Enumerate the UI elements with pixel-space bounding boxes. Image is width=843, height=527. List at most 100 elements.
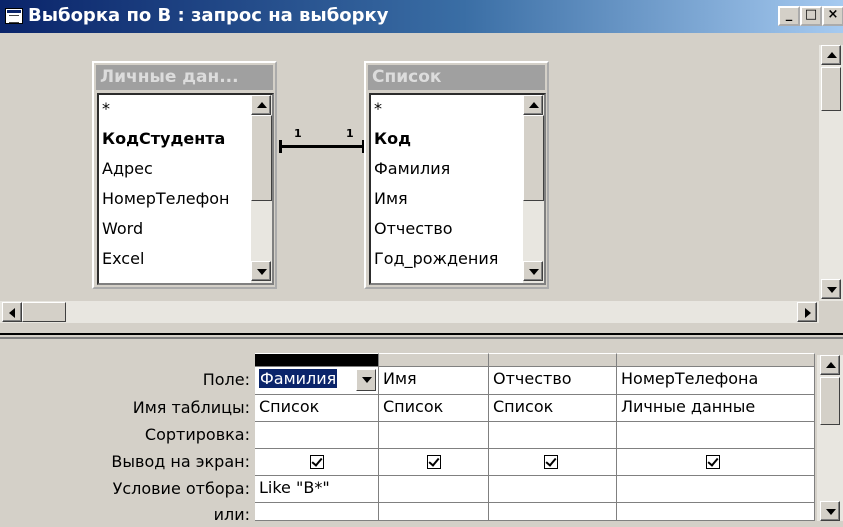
design-grid-pane[interactable]: Поле: Имя таблицы: Сортировка: Вывод на … (0, 341, 843, 524)
arrow-right-icon (805, 308, 811, 318)
grid-cell-show[interactable] (489, 449, 617, 476)
field-item[interactable]: Фамилия (374, 155, 450, 183)
arrow-down-icon (529, 269, 539, 275)
grid-cell-criteria[interactable] (617, 476, 815, 503)
field-list-title[interactable]: Личные дан... (96, 65, 273, 90)
field-list-scrollbar[interactable] (251, 95, 272, 283)
scroll-thumb[interactable] (251, 115, 272, 201)
scroll-thumb[interactable] (821, 67, 841, 111)
relationship-right-cardinality: 1 (346, 127, 354, 140)
arrow-up-icon (257, 102, 267, 108)
diagram-horizontal-scrollbar[interactable] (0, 301, 819, 323)
scroll-thumb[interactable] (523, 115, 544, 201)
grid-cell-show[interactable] (255, 449, 379, 476)
grid-cell-sort[interactable] (255, 422, 379, 449)
arrow-up-icon (826, 362, 836, 368)
grid-cell-table[interactable]: Список (489, 395, 617, 422)
show-checkbox[interactable] (544, 455, 558, 469)
grid-cell-table[interactable]: Личные данные (617, 395, 815, 422)
grid-cell-or[interactable] (617, 503, 815, 521)
column-selector-3[interactable] (489, 353, 617, 367)
grid-cell-table[interactable]: Список (255, 395, 379, 422)
row-label-field: Поле: (202, 370, 250, 389)
grid-cell-sort[interactable] (489, 422, 617, 449)
field-list-body: * Код Фамилия Имя Отчество Год_рождения (369, 93, 546, 285)
row-label-table: Имя таблицы: (132, 398, 250, 417)
field-list-scrollbar[interactable] (523, 95, 544, 283)
show-checkbox[interactable] (706, 455, 720, 469)
arrow-up-icon (827, 52, 837, 58)
grid-cell-or[interactable] (255, 503, 379, 521)
chevron-down-icon (362, 377, 372, 383)
field-item[interactable]: Excel (102, 245, 144, 273)
scroll-down-button[interactable] (251, 261, 271, 281)
grid-cell-show[interactable] (379, 449, 489, 476)
field-dropdown-button[interactable] (356, 369, 376, 391)
grid-cell-sort[interactable] (379, 422, 489, 449)
scroll-thumb[interactable] (22, 302, 66, 322)
pane-splitter[interactable] (0, 333, 843, 339)
grid-cell-criteria[interactable]: Like "В*" (255, 476, 379, 503)
column-selector-4[interactable] (617, 353, 815, 367)
field-item[interactable]: * (102, 95, 110, 123)
scroll-up-button[interactable] (523, 95, 543, 115)
row-label-show: Вывод на экран: (111, 452, 250, 471)
table-diagram-pane[interactable]: Личные дан... * КодСтудента Адрес НомерТ… (0, 33, 843, 323)
arrow-down-icon (826, 509, 836, 515)
field-item[interactable]: КодСтудента (102, 125, 225, 153)
field-item[interactable]: Имя (374, 185, 408, 213)
grid-cell-criteria[interactable] (379, 476, 489, 503)
relationship-line[interactable] (279, 145, 365, 148)
field-item[interactable]: НомерТелефон (102, 185, 230, 213)
grid-cell-or[interactable] (489, 503, 617, 521)
scroll-thumb[interactable] (820, 377, 840, 425)
field-item[interactable]: Word (102, 215, 143, 243)
scroll-right-button[interactable] (797, 302, 817, 322)
scroll-down-button[interactable] (523, 261, 543, 281)
grid-cell-field[interactable]: Отчество (489, 367, 617, 395)
field-item[interactable]: Отчество (374, 215, 453, 243)
show-checkbox[interactable] (427, 455, 441, 469)
grid-cell-or[interactable] (379, 503, 489, 521)
arrow-left-icon (9, 308, 15, 318)
relationship-end-left (279, 140, 282, 153)
row-label-or: или: (213, 505, 250, 524)
row-label-criteria: Условие отбора: (112, 479, 250, 498)
scroll-up-button[interactable] (251, 95, 271, 115)
column-selector-2[interactable] (379, 353, 489, 367)
query-window-icon[interactable] (5, 8, 23, 24)
grid-cell-field[interactable]: Имя (379, 367, 489, 395)
scroll-down-button[interactable] (821, 279, 841, 299)
arrow-down-icon (257, 269, 267, 275)
scroll-down-button[interactable] (820, 501, 840, 521)
field-list-personal-data[interactable]: Личные дан... * КодСтудента Адрес НомерТ… (92, 61, 277, 289)
grid-cell-table[interactable]: Список (379, 395, 489, 422)
field-list-spisok[interactable]: Список * Код Фамилия Имя Отчество Год_ро… (364, 61, 549, 289)
grid-cell-field[interactable]: НомерТелефона (617, 367, 815, 395)
grid-cell-field[interactable]: Фамилия (255, 367, 379, 395)
title-bar[interactable]: Выборка по В : запрос на выборку _ □ × (0, 0, 843, 33)
field-item[interactable]: * (374, 95, 382, 123)
relationship-left-cardinality: 1 (294, 127, 302, 140)
scroll-up-button[interactable] (821, 45, 841, 65)
window-title: Выборка по В : запрос на выборку (28, 5, 389, 26)
field-item[interactable]: Год_рождения (374, 245, 498, 273)
grid-cell-show[interactable] (617, 449, 815, 476)
scroll-up-button[interactable] (820, 355, 840, 375)
field-item[interactable]: Код (374, 125, 411, 153)
column-selector-1[interactable] (255, 353, 379, 367)
field-list-body: * КодСтудента Адрес НомерТелефон Word Ex… (97, 93, 274, 285)
field-list-title[interactable]: Список (368, 65, 545, 90)
grid-cell-sort[interactable] (617, 422, 815, 449)
scroll-left-button[interactable] (2, 302, 22, 322)
show-checkbox[interactable] (310, 455, 324, 469)
field-item[interactable]: Адрес (102, 155, 153, 183)
diagram-vertical-scrollbar[interactable] (819, 45, 843, 301)
arrow-up-icon (529, 102, 539, 108)
arrow-down-icon (827, 287, 837, 293)
restore-button[interactable]: □ (800, 6, 822, 26)
grid-vertical-scrollbar[interactable] (817, 355, 843, 521)
minimize-button[interactable]: _ (778, 6, 800, 26)
close-button[interactable]: × (822, 6, 843, 26)
grid-cell-criteria[interactable] (489, 476, 617, 503)
